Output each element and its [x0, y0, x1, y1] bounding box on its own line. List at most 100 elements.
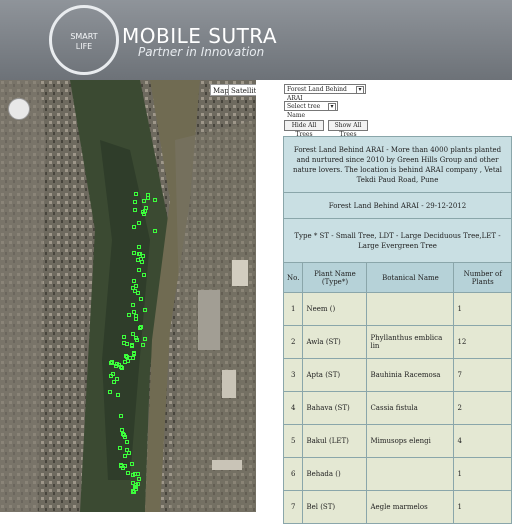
- tree-marker[interactable]: [119, 428, 124, 433]
- cell-count: 7: [453, 358, 512, 392]
- tree-marker[interactable]: [130, 303, 135, 308]
- tree-marker[interactable]: [127, 450, 132, 455]
- cell-botanical-name: Mimusops elengi: [366, 424, 455, 458]
- satellite-view-button[interactable]: Satellite: [228, 84, 256, 96]
- tree-select-value: Select tree Name: [287, 103, 321, 119]
- table-row: 2 Awla (ST) Phyllanthus emblica lin 12: [282, 325, 512, 359]
- cell-plant-name: Apta (ST): [302, 358, 368, 392]
- tree-marker[interactable]: [114, 376, 119, 381]
- tree-marker[interactable]: [152, 228, 157, 233]
- tree-marker[interactable]: [142, 337, 147, 342]
- tree-marker[interactable]: [137, 244, 142, 249]
- tree-marker[interactable]: [134, 314, 139, 319]
- tree-marker[interactable]: [146, 196, 151, 201]
- tree-marker[interactable]: [136, 267, 141, 272]
- header-botanical-name: Botanical Name: [366, 262, 455, 293]
- tree-marker[interactable]: [136, 476, 141, 481]
- cell-count: 2: [453, 391, 512, 425]
- tree-marker[interactable]: [108, 390, 113, 395]
- tree-marker[interactable]: [124, 439, 129, 444]
- cell-plant-name: Bel (ST): [302, 490, 368, 524]
- tree-marker[interactable]: [136, 221, 141, 226]
- tree-marker[interactable]: [118, 414, 123, 419]
- cell-no: 4: [282, 391, 304, 425]
- type-legend: Type * ST - Small Tree, LDT - Large Deci…: [283, 218, 512, 263]
- tree-marker[interactable]: [131, 225, 136, 230]
- cell-botanical-name: Bauhinia Racemosa: [366, 358, 455, 392]
- tree-marker[interactable]: [119, 463, 124, 468]
- hide-all-trees-button[interactable]: Hide All Trees: [284, 120, 324, 138]
- tree-marker[interactable]: [131, 356, 136, 361]
- brand-tagline: Partner in Innovation: [138, 45, 265, 59]
- cell-no: 1: [282, 292, 304, 326]
- tree-marker[interactable]: [118, 446, 123, 451]
- tree-marker[interactable]: [134, 337, 139, 342]
- tree-marker[interactable]: [139, 260, 144, 265]
- cell-count: 1: [453, 490, 512, 524]
- table-row: 5 Bakul (LET) Mimusops elengi 4: [282, 424, 512, 458]
- cell-no: 3: [282, 358, 304, 392]
- cell-plant-name: Bahava (ST): [302, 391, 368, 425]
- tree-marker[interactable]: [115, 393, 120, 398]
- tree-marker[interactable]: [122, 340, 127, 345]
- tree-marker[interactable]: [130, 344, 135, 349]
- header-number-of-plants: Number of Plants: [453, 262, 512, 293]
- tree-marker[interactable]: [131, 473, 136, 478]
- table-header-row: No. Plant Name (Type*) Botanical Name Nu…: [282, 262, 512, 293]
- satellite-map[interactable]: Map Satellite: [0, 80, 256, 512]
- tree-marker[interactable]: [137, 251, 142, 256]
- tree-marker[interactable]: [123, 359, 128, 364]
- tree-marker[interactable]: [130, 332, 135, 337]
- cell-count: 1: [453, 457, 512, 491]
- tree-marker[interactable]: [131, 309, 136, 314]
- tree-marker[interactable]: [132, 199, 137, 204]
- app-header: SMART LIFE MOBILE SUTRA Partner in Innov…: [0, 0, 512, 80]
- tree-marker[interactable]: [125, 471, 130, 476]
- logo-text-line-1: SMART: [70, 32, 98, 41]
- smart-life-logo: SMART LIFE: [49, 5, 119, 75]
- tree-marker[interactable]: [135, 481, 140, 486]
- tree-select[interactable]: Select tree Name ▾: [284, 101, 338, 119]
- tree-marker[interactable]: [132, 207, 137, 212]
- tree-marker[interactable]: [113, 364, 118, 369]
- tree-marker[interactable]: [130, 489, 135, 494]
- cell-no: 2: [282, 325, 304, 359]
- tree-marker[interactable]: [139, 297, 144, 302]
- tree-marker[interactable]: [123, 464, 128, 469]
- tree-marker[interactable]: [132, 251, 137, 256]
- tree-marker[interactable]: [142, 272, 147, 277]
- tree-marker[interactable]: [125, 354, 130, 359]
- cell-botanical-name: Cassia fistula: [366, 391, 455, 425]
- cell-plant-name: Bakul (LET): [302, 424, 368, 458]
- location-description: Forest Land Behind ARAI - More than 4000…: [283, 136, 512, 193]
- tree-marker[interactable]: [126, 312, 131, 317]
- location-select-value: Forest Land Behind ARAI: [287, 86, 347, 102]
- tree-marker[interactable]: [143, 209, 148, 214]
- tree-marker[interactable]: [141, 343, 146, 348]
- tree-marker[interactable]: [131, 350, 136, 355]
- tree-marker[interactable]: [132, 278, 137, 283]
- cell-plant-name: Behada (): [302, 457, 368, 491]
- location-select[interactable]: Forest Land Behind ARAI ▾: [284, 84, 366, 102]
- chevron-down-icon: ▾: [356, 86, 364, 94]
- map-imagery: [0, 80, 256, 512]
- tree-marker[interactable]: [122, 334, 127, 339]
- tree-marker[interactable]: [152, 197, 157, 202]
- tree-marker[interactable]: [135, 291, 140, 296]
- tree-marker[interactable]: [111, 371, 116, 376]
- tree-marker[interactable]: [122, 454, 127, 459]
- tree-marker[interactable]: [133, 284, 138, 289]
- header-no: No.: [282, 262, 304, 293]
- table-row: 3 Apta (ST) Bauhinia Racemosa 7: [282, 358, 512, 392]
- tree-marker[interactable]: [143, 307, 148, 312]
- tree-marker[interactable]: [123, 435, 128, 440]
- tree-marker[interactable]: [130, 462, 135, 467]
- table-row: 1 Neem () 1: [282, 292, 512, 326]
- table-row: 4 Bahava (ST) Cassia fistula 2: [282, 391, 512, 425]
- map-pan-control[interactable]: [8, 98, 30, 120]
- tree-marker[interactable]: [139, 325, 144, 330]
- tree-marker[interactable]: [134, 192, 139, 196]
- plants-table: Forest Land Behind ARAI - More than 4000…: [282, 136, 512, 524]
- table-row: 7 Bel (ST) Aegle marmelos 1: [282, 490, 512, 524]
- show-all-trees-button[interactable]: Show All Trees: [328, 120, 368, 138]
